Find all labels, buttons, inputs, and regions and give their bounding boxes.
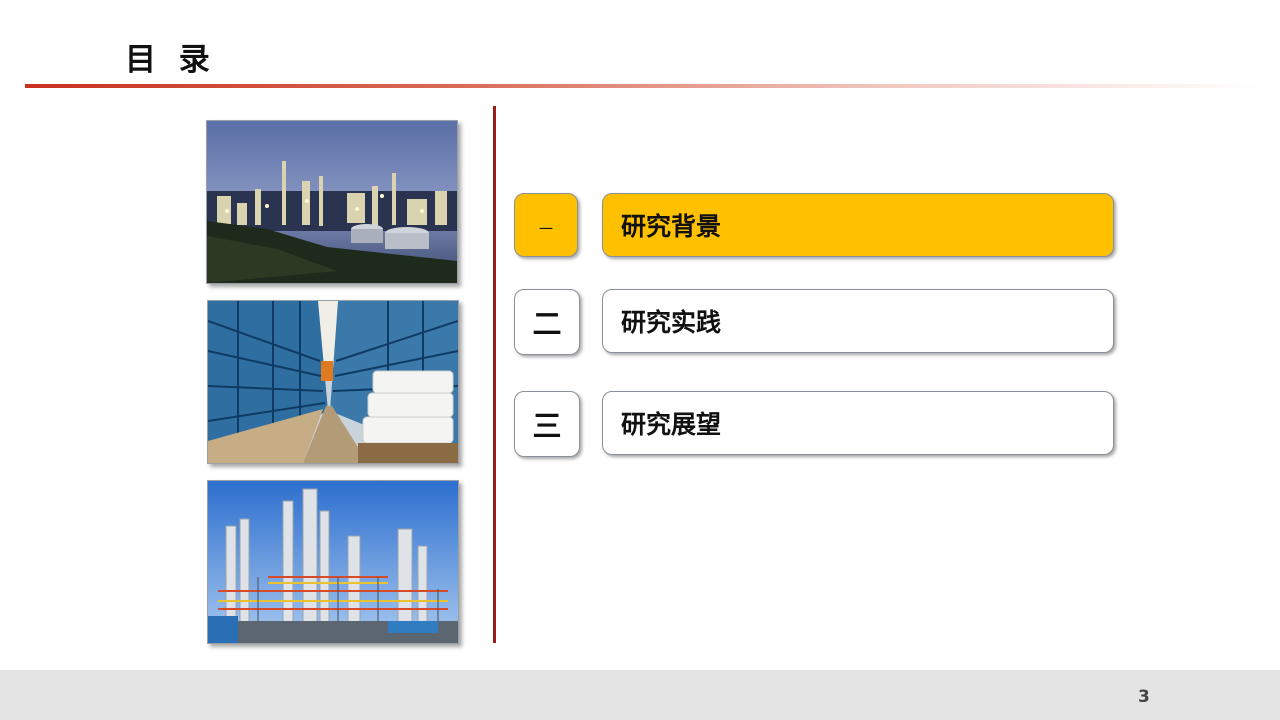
- page-number: 3: [1138, 687, 1150, 707]
- toc-item-label[interactable]: 研究背景: [602, 193, 1114, 257]
- warehouse-racks-photo: [207, 300, 459, 464]
- vertical-divider: [493, 106, 496, 643]
- slide-title: 目 录: [125, 42, 216, 78]
- title-underline: [25, 84, 1260, 88]
- refinery-night-photo: [206, 120, 458, 284]
- toc-item-research-background[interactable]: 一 研究背景: [514, 193, 1118, 259]
- chemical-plant-towers-photo: [207, 480, 459, 644]
- toc-number-badge: 三: [514, 391, 580, 457]
- toc-number-badge: 二: [514, 289, 580, 355]
- toc-item-label[interactable]: 研究展望: [602, 391, 1114, 455]
- footer-bar: [0, 670, 1280, 720]
- toc-number-badge: 一: [514, 193, 578, 257]
- toc-item-label[interactable]: 研究实践: [602, 289, 1114, 353]
- toc-item-research-outlook[interactable]: 三 研究展望: [514, 391, 1118, 457]
- toc-item-research-practice[interactable]: 二 研究实践: [514, 289, 1118, 355]
